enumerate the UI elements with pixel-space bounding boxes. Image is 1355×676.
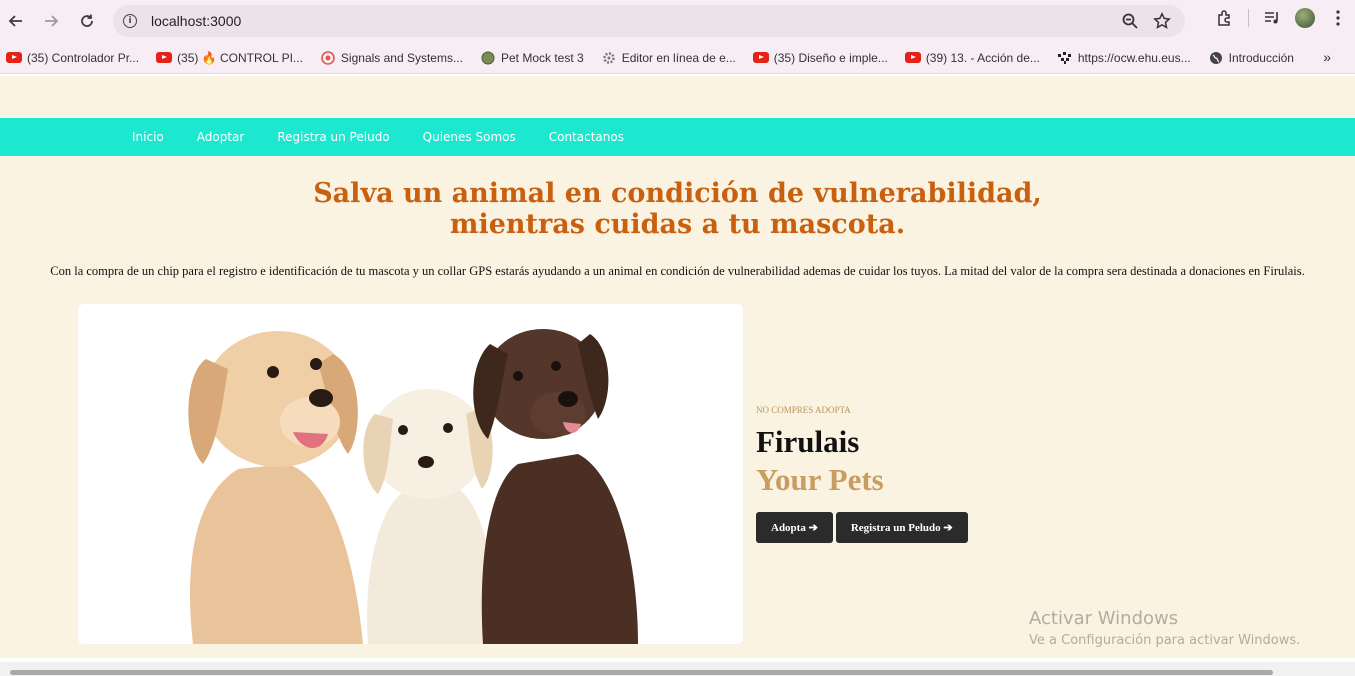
windows-activation-watermark: Activar Windows Ve a Configuración para … [1029,608,1300,648]
reload-icon [81,14,93,27]
feature-kicker: NO COMPRES ADOPTA [756,405,851,415]
site-info-icon[interactable]: i [123,14,137,28]
bookmark-item[interactable]: (35) Controlador Pr... [6,50,139,66]
bookmark-label: Signals and Systems... [340,50,463,65]
bookmark-item[interactable]: (35) 🔥 CONTROL PI... [156,50,303,66]
zoom-icon[interactable] [1121,12,1139,30]
bookmark-item[interactable]: https://ocw.ehu.eus... [1057,50,1191,66]
scrollbar-thumb[interactable] [10,670,1273,675]
puppies-image [78,304,743,644]
puppies-illustration [188,329,638,644]
register-pet-button[interactable]: Registra un Peludo ➔ [835,512,968,543]
arrow-right-icon [45,15,59,27]
forward-button[interactable] [37,7,65,35]
globe-icon [1208,50,1224,66]
bookmark-label: (35) Diseño e imple... [773,50,888,65]
feature-buttons: Adopta ➔ Registra un Peludo ➔ [756,512,968,543]
browser-toolbar: i localhost:3000 [0,0,1355,42]
bookmark-label: Introducción [1228,50,1294,65]
youtube-icon [752,50,769,66]
nav-link-contactanos[interactable]: Contactanos [549,130,624,144]
nav-link-quienes-somos[interactable]: Quienes Somos [423,130,516,144]
bookmark-label: Editor en línea de e... [621,50,736,65]
extensions-icon[interactable] [1216,9,1234,27]
horizontal-scrollbar[interactable] [0,662,1355,676]
kebab-menu-icon[interactable] [1329,9,1347,27]
brand-name: Firulais [756,424,860,459]
bookmark-item[interactable]: Pet Mock test 3 [480,50,584,66]
back-button[interactable] [2,7,30,35]
golden-puppy [188,331,363,644]
bookmark-item[interactable]: (35) Diseño e imple... [752,50,888,66]
chocolate-puppy [473,329,638,644]
media-control-icon[interactable] [1263,9,1281,27]
page-body: Inicio Adoptar Registra un Peludo Quiene… [0,76,1355,658]
nav-link-registra[interactable]: Registra un Peludo [277,130,389,144]
main-navbar: Inicio Adoptar Registra un Peludo Quiene… [0,118,1355,156]
arrow-left-icon [8,15,22,27]
youtube-icon [156,50,173,66]
globe-green-icon [480,50,496,66]
url-text[interactable]: localhost:3000 [151,13,241,29]
profile-avatar[interactable] [1295,8,1315,28]
nav-link-adoptar[interactable]: Adoptar [197,130,245,144]
ehu-icon [1057,50,1073,66]
bookmark-label: https://ocw.ehu.eus... [1077,50,1191,65]
target-icon [320,50,336,66]
brand-subtitle: Your Pets [756,462,884,497]
gear-icon [601,50,617,66]
intro-text: Con la compra de un chip para el registr… [50,264,1305,278]
star-icon[interactable] [1153,12,1171,30]
bookmark-item[interactable]: Editor en línea de e... [601,50,736,66]
bookmarks-overflow-button[interactable]: » [1323,49,1331,65]
watermark-subtitle: Ve a Configuración para activar Windows. [1029,633,1301,648]
bookmark-item[interactable]: Signals and Systems... [320,50,463,66]
bookmark-item[interactable]: Introducción [1208,50,1294,66]
nav-link-inicio[interactable]: Inicio [132,130,164,144]
bookmarks-bar: (35) Controlador Pr... (35) 🔥 CONTROL PI… [0,42,1355,74]
reload-button[interactable] [73,7,101,35]
bookmark-label: (39) 13. - Acción de... [925,50,1040,65]
bookmark-item[interactable]: (39) 13. - Acción de... [904,50,1040,66]
bookmark-label: Pet Mock test 3 [500,50,584,65]
hero-title-line2: mientras cuidas a tu mascota. [449,209,906,240]
youtube-icon [904,50,921,66]
adopt-button[interactable]: Adopta ➔ [756,512,833,543]
hero-title-line1: Salva un animal en condición de vulnerab… [313,178,1042,209]
white-puppy [363,389,498,644]
toolbar-divider [1248,9,1249,27]
watermark-title: Activar Windows [1029,608,1179,629]
bookmark-label: (35) Controlador Pr... [27,50,140,65]
address-bar[interactable]: i localhost:3000 [113,5,1185,37]
bookmark-label: (35) 🔥 CONTROL PI... [177,50,303,65]
hero-title: Salva un animal en condición de vulnerab… [0,178,1355,240]
youtube-icon [6,50,22,66]
